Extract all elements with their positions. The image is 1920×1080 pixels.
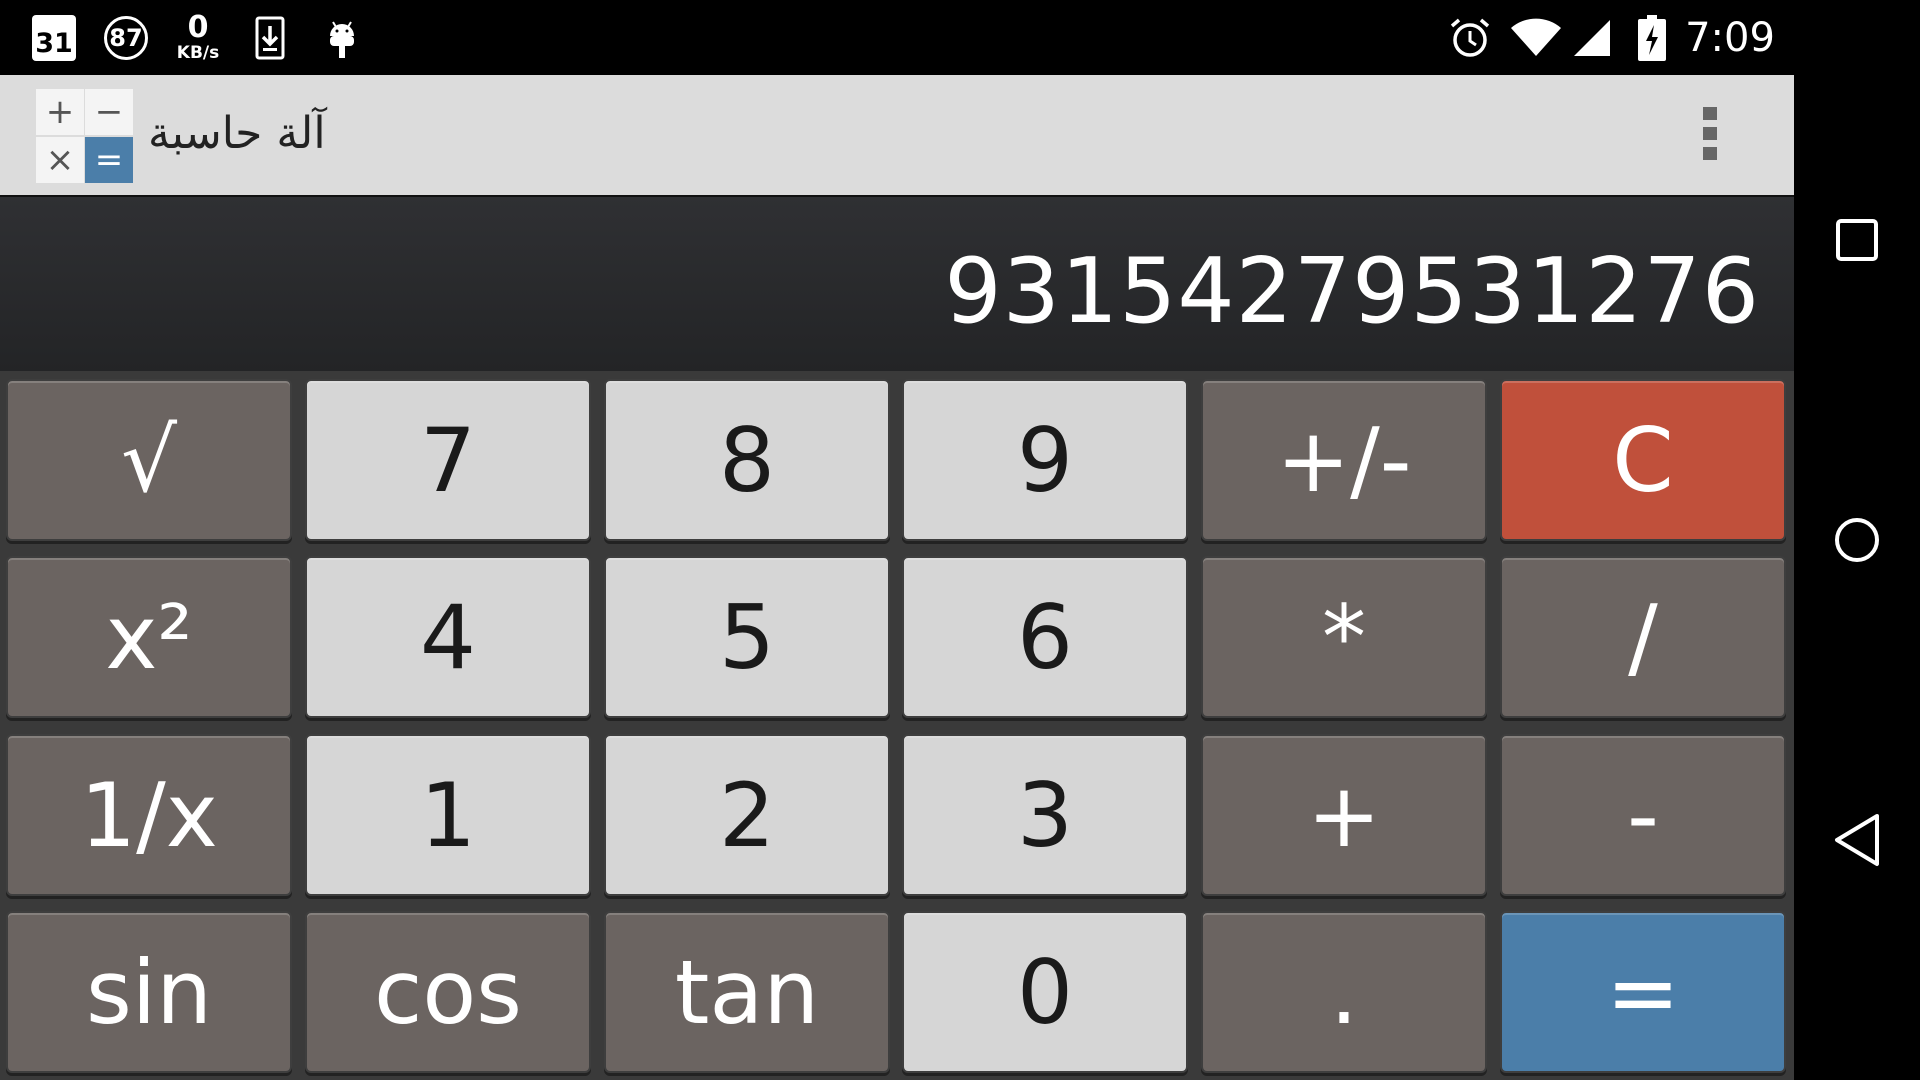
- subtract-button[interactable]: -: [1500, 734, 1786, 896]
- divide-button[interactable]: /: [1500, 556, 1786, 718]
- square-button[interactable]: x²: [6, 556, 292, 718]
- tan-button[interactable]: tan: [604, 911, 890, 1073]
- wifi-icon: [1508, 0, 1564, 75]
- decimal-button[interactable]: .: [1201, 911, 1487, 1073]
- sqrt-button[interactable]: √: [6, 379, 292, 541]
- add-button[interactable]: +: [1201, 734, 1487, 896]
- digit-6-button[interactable]: 6: [902, 556, 1188, 718]
- recent-apps-icon[interactable]: [1794, 180, 1920, 300]
- digit-2-button[interactable]: 2: [604, 734, 890, 896]
- net-speed-value: 0: [187, 10, 209, 45]
- app-icon-equals: =: [85, 137, 133, 183]
- clock-time: 7:09: [1685, 14, 1775, 61]
- notification-badge-icon: 87: [100, 0, 152, 75]
- digit-1-button[interactable]: 1: [305, 734, 591, 896]
- reciprocal-button[interactable]: 1/x: [6, 734, 292, 896]
- digit-7-button[interactable]: 7: [305, 379, 591, 541]
- battery-charging-icon: [1632, 0, 1672, 75]
- app-icon-minus: −: [85, 89, 133, 135]
- calculator-app-icon[interactable]: + − × =: [36, 89, 133, 183]
- display-value: 93154279531276: [944, 239, 1760, 344]
- digit-0-button[interactable]: 0: [902, 911, 1188, 1073]
- keypad: √ 7 8 9 +/- C x² 4 5 6 * / 1/x 1 2 3 + -…: [0, 371, 1794, 1080]
- clear-button[interactable]: C: [1500, 379, 1786, 541]
- network-speed-icon: 0 KB/s: [168, 0, 228, 75]
- digit-8-button[interactable]: 8: [604, 379, 890, 541]
- app-title: آلة حاسبة: [148, 108, 326, 159]
- cos-button[interactable]: cos: [305, 911, 591, 1073]
- navigation-bar: [1794, 0, 1920, 1080]
- digit-5-button[interactable]: 5: [604, 556, 890, 718]
- notification-count: 87: [104, 15, 148, 60]
- calendar-icon: 31: [28, 0, 80, 75]
- app-icon-times: ×: [36, 137, 84, 183]
- android-debug-icon: [320, 0, 364, 75]
- home-icon[interactable]: [1794, 480, 1920, 600]
- sin-button[interactable]: sin: [6, 911, 292, 1073]
- download-icon: [250, 0, 290, 75]
- calendar-day: 31: [35, 27, 73, 59]
- digit-4-button[interactable]: 4: [305, 556, 591, 718]
- overflow-menu-icon[interactable]: [1690, 103, 1730, 167]
- multiply-button[interactable]: *: [1201, 556, 1487, 718]
- digit-3-button[interactable]: 3: [902, 734, 1188, 896]
- equals-button[interactable]: =: [1500, 911, 1786, 1073]
- back-icon[interactable]: [1794, 780, 1920, 900]
- status-bar: 31 87 0 KB/s 7:09: [0, 0, 1794, 75]
- digit-9-button[interactable]: 9: [902, 379, 1188, 541]
- action-bar: + − × = آلة حاسبة: [0, 75, 1794, 195]
- cell-signal-icon: [1570, 0, 1614, 75]
- app-icon-plus: +: [36, 89, 84, 135]
- alarm-icon: [1445, 0, 1495, 75]
- plus-minus-button[interactable]: +/-: [1201, 379, 1487, 541]
- result-display: 93154279531276: [0, 195, 1794, 373]
- net-speed-unit: KB/s: [176, 43, 220, 63]
